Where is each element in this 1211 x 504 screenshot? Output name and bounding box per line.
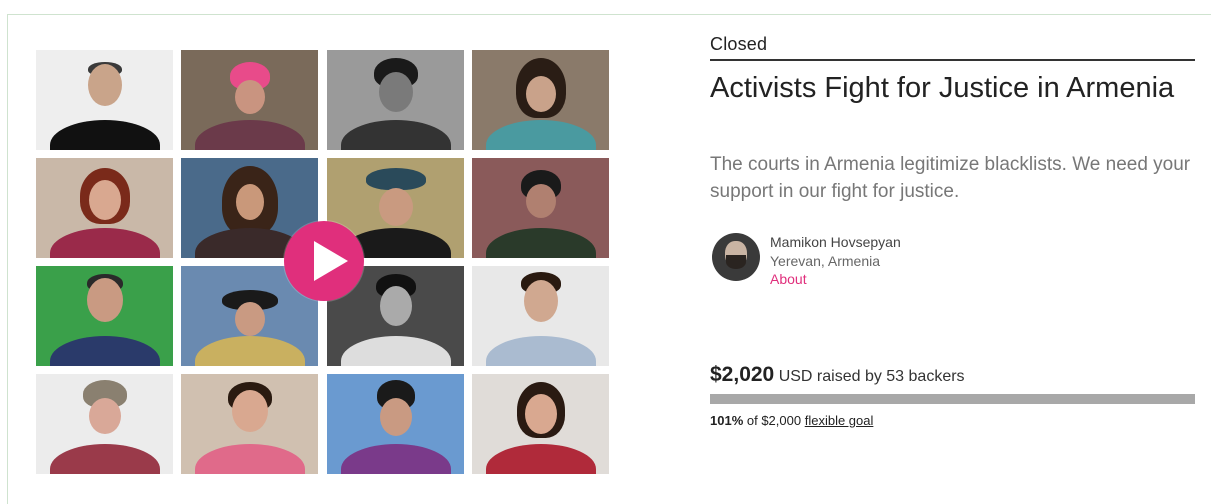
video-thumbnail-tile [327, 374, 464, 474]
campaign-blurb: The courts in Armenia legitimize blackli… [710, 154, 1191, 202]
creator-location: Yerevan, Armenia [770, 253, 880, 269]
goal-amount: of $2,000 [746, 413, 802, 428]
video-collage[interactable] [36, 50, 610, 474]
funding-progress-bar [710, 394, 1195, 404]
video-thumbnail-tile [181, 50, 318, 150]
goal-summary: 101% of $2,000 flexible goal [710, 413, 873, 428]
video-thumbnail-tile [181, 374, 318, 474]
video-thumbnail-tile [472, 374, 609, 474]
status-divider [710, 59, 1195, 61]
video-thumbnail-tile [36, 266, 173, 366]
video-thumbnail-tile [472, 50, 609, 150]
video-thumbnail-tile [472, 266, 609, 366]
play-icon[interactable] [284, 221, 364, 301]
video-thumbnail-tile [36, 374, 173, 474]
campaign-title: Activists Fight for Justice in Armenia [710, 72, 1175, 104]
funds-raised: $2,020 USD raised by 53 backers [710, 363, 965, 387]
video-thumbnail-tile [36, 158, 173, 258]
goal-percent: 101% [710, 413, 744, 428]
funding-progress-fill [710, 394, 1195, 404]
video-thumbnail-tile [36, 50, 173, 150]
video-thumbnail-tile [327, 50, 464, 150]
creator-name: Mamikon Hovsepyan [770, 234, 901, 250]
flexible-goal-link[interactable]: flexible goal [805, 413, 874, 428]
creator-about-link[interactable]: About [770, 271, 807, 287]
creator-avatar[interactable] [712, 233, 760, 281]
campaign-status: Closed [710, 34, 768, 54]
raised-description: USD raised by 53 backers [778, 368, 965, 385]
video-thumbnail-tile [472, 158, 609, 258]
raised-amount: $2,020 [710, 363, 775, 386]
